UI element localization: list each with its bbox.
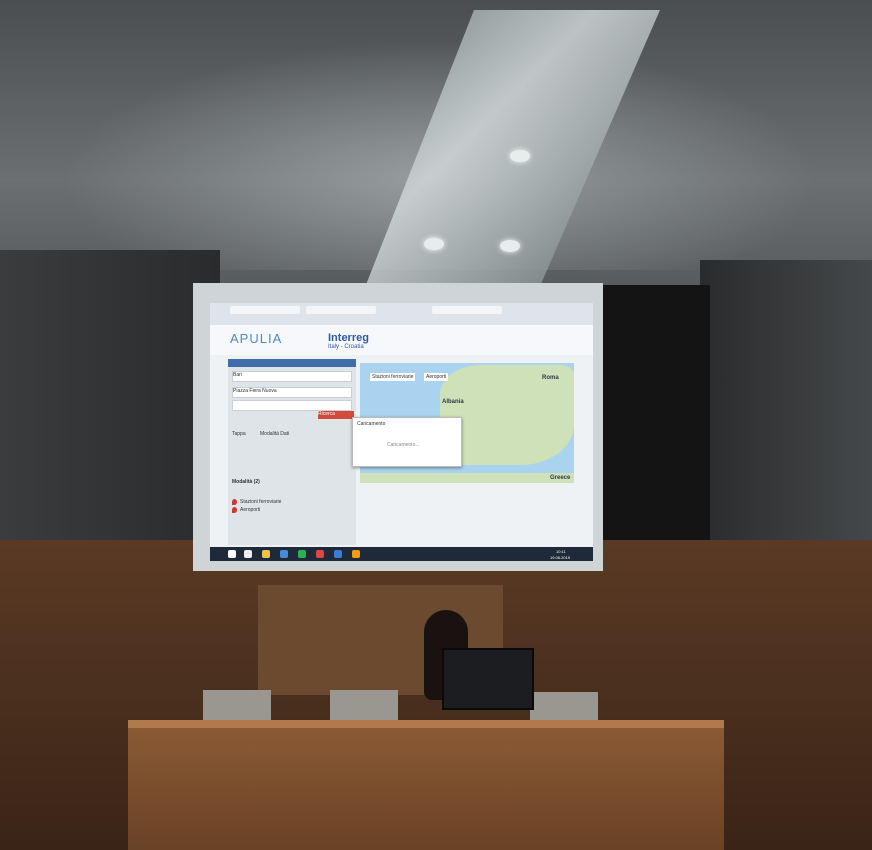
desk — [128, 728, 724, 850]
browser-tab[interactable] — [230, 306, 300, 314]
projected-screen: APULIA Interreg Italy - Croatia Bari Pia… — [210, 303, 593, 561]
folder-icon[interactable] — [262, 550, 270, 558]
dialog-title: Caricamento — [357, 421, 386, 427]
search-button[interactable]: Ricerca — [318, 411, 354, 419]
taskbar-clock: 10:11 — [556, 549, 566, 554]
tab-tappa[interactable]: Tappa — [232, 431, 246, 437]
tab-modalita[interactable]: Modalità Dati — [260, 431, 289, 437]
interreg-logo: Interreg — [328, 332, 369, 344]
map-chip[interactable]: Aeroporti — [424, 373, 449, 381]
modes-section-title: Modalità (2) — [232, 479, 260, 485]
destination-field[interactable]: Piazza Fiera Nuova — [232, 387, 352, 398]
map-label-roma: Roma — [542, 375, 559, 381]
ceiling-spotlight — [510, 150, 530, 162]
ceiling-spotlight — [424, 238, 444, 250]
origin-field[interactable]: Bari — [232, 371, 352, 382]
start-icon[interactable] — [228, 550, 236, 558]
taskbar-date: 19.06.2019 — [550, 555, 571, 560]
origin-value: Bari — [233, 372, 242, 378]
search-panel-header — [228, 359, 356, 367]
map-label-albania: Albania — [442, 399, 464, 405]
list-item[interactable]: Stazioni ferroviarie — [240, 499, 281, 505]
apulia-logo: APULIA — [230, 331, 283, 346]
taskbar-icon[interactable] — [334, 550, 342, 558]
map-chip[interactable]: Stazioni ferroviarie — [370, 373, 416, 381]
loading-dialog: Caricamento Caricamento... — [352, 417, 462, 467]
browser-tab[interactable] — [432, 306, 502, 314]
taskbar-icon[interactable] — [280, 550, 288, 558]
dialog-body: Caricamento... — [387, 442, 420, 448]
pin-icon — [232, 507, 237, 513]
ceiling-spotlight — [500, 240, 520, 252]
destination-value: Piazza Fiera Nuova — [233, 388, 277, 394]
taskbar-icon[interactable] — [298, 550, 306, 558]
taskbar-icon[interactable] — [352, 550, 360, 558]
interreg-subtitle: Italy - Croatia — [328, 344, 364, 350]
map-land — [360, 473, 574, 483]
monitor — [442, 648, 534, 710]
list-item[interactable]: Aeroporti — [240, 507, 260, 513]
mode-select[interactable] — [232, 400, 352, 411]
map-label-greece: Greece — [550, 475, 571, 481]
taskbar-icon[interactable] — [244, 550, 252, 558]
browser-tab[interactable] — [306, 306, 376, 314]
pin-icon — [232, 499, 237, 505]
chrome-icon[interactable] — [316, 550, 324, 558]
